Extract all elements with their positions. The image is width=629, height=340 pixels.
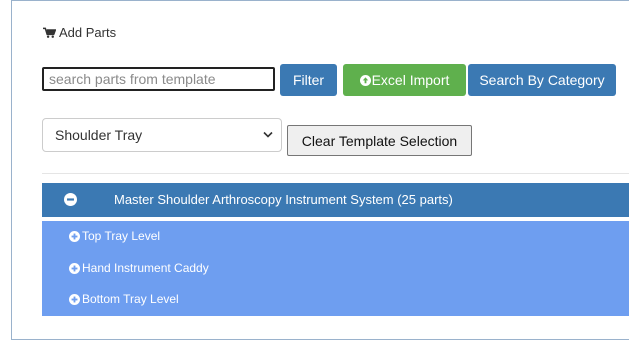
filter-button[interactable]: Filter [280,64,337,96]
master-system-label: Master Shoulder Arthroscopy Instrument S… [114,192,453,207]
divider [42,173,629,174]
panel-title: Add Parts [59,25,117,40]
level-item-label: Bottom Tray Level [82,292,179,306]
level-item-label: Top Tray Level [82,229,161,243]
plus-circle-icon [69,262,80,274]
excel-import-label: Excel Import [371,72,450,88]
clear-template-label: Clear Template Selection [301,132,458,149]
level-item-label: Hand Instrument Caddy [82,261,209,275]
plus-circle-icon [69,293,80,305]
panel-header: Add Parts [43,25,116,40]
level-item-hand-instrument-caddy[interactable]: Hand Instrument Caddy [69,259,209,277]
search-by-category-button[interactable]: Search By Category [468,64,616,96]
search-parts-input[interactable] [42,67,275,91]
level-item-bottom-tray[interactable]: Bottom Tray Level [69,290,179,308]
upload-circle-icon [359,74,371,86]
minus-circle-icon[interactable] [64,193,77,206]
plus-circle-icon [69,230,80,242]
master-system-row[interactable]: Master Shoulder Arthroscopy Instrument S… [42,183,629,217]
excel-import-button[interactable]: Excel Import [343,64,466,96]
clear-template-button[interactable]: Clear Template Selection [287,125,472,156]
tray-levels-list: Top Tray Level Hand Instrument Caddy Bot… [42,221,629,316]
shopping-cart-icon [43,27,56,38]
template-select[interactable]: Shoulder Tray [42,118,282,152]
search-by-category-label: Search By Category [479,72,605,88]
chevron-down-icon [263,131,273,138]
filter-button-label: Filter [292,72,325,88]
template-select-value: Shoulder Tray [55,127,143,143]
level-item-top-tray[interactable]: Top Tray Level [69,227,160,245]
